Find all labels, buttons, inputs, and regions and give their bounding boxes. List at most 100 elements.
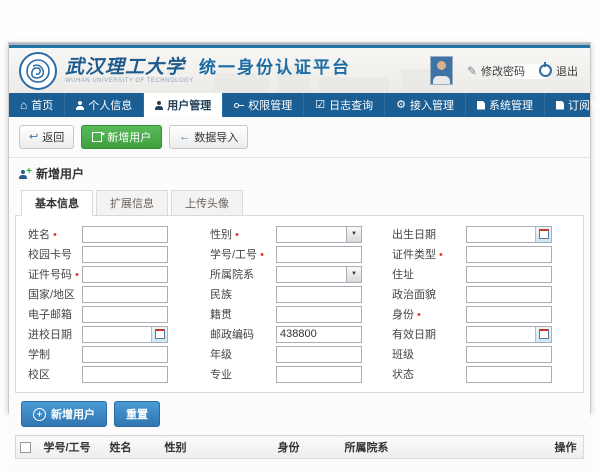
select-all-cell xyxy=(16,436,40,459)
calendar-icon[interactable] xyxy=(535,227,551,242)
ethnicity-input[interactable] xyxy=(276,286,362,303)
native-place-input[interactable] xyxy=(276,306,362,323)
add-user-icon xyxy=(19,169,31,179)
required-marker: • xyxy=(417,309,421,321)
field-label: 电子邮箱 xyxy=(28,306,82,322)
identity-input[interactable] xyxy=(466,306,552,323)
id-type-input[interactable] xyxy=(466,246,552,263)
student-id-input[interactable] xyxy=(276,246,362,263)
pencil-icon: ✎ xyxy=(467,65,477,77)
field-label: 性别• xyxy=(170,226,276,242)
field-label: 籍贯 xyxy=(170,306,276,322)
submit-add-user-button[interactable]: +新增用户 xyxy=(21,401,107,427)
user-icon xyxy=(155,101,163,110)
field-label: 证件类型• xyxy=(364,246,466,262)
nav-tab-system-management[interactable]: 系统管理 xyxy=(466,93,545,117)
required-marker: • xyxy=(235,229,239,241)
toolbar: ↩返回 新增用户 ←数据导入 xyxy=(9,117,590,149)
grade-input[interactable] xyxy=(276,346,362,363)
power-icon xyxy=(539,64,552,77)
nav-tab-permission-management[interactable]: 权限管理 xyxy=(223,93,304,117)
study-length-input[interactable] xyxy=(82,346,168,363)
field-label: 民族 xyxy=(170,286,276,302)
export-page-icon xyxy=(92,132,102,142)
name-input[interactable] xyxy=(82,226,168,243)
nav-tab-user-management[interactable]: 用户管理 xyxy=(144,93,223,117)
key-icon xyxy=(234,101,244,110)
field-label: 校区 xyxy=(28,366,82,382)
divider xyxy=(9,157,590,158)
field-label: 年级 xyxy=(170,346,276,362)
calendar-icon[interactable] xyxy=(535,327,551,342)
id-number-input[interactable] xyxy=(82,266,168,283)
field-label: 政治面貌 xyxy=(364,286,466,302)
form-tabs: 基本信息 扩展信息 上传头像 xyxy=(21,190,590,216)
field-label: 学号/工号• xyxy=(170,246,276,262)
user-icon xyxy=(76,101,84,110)
nav-tab-personal-info[interactable]: 个人信息 xyxy=(65,93,144,117)
field-label: 住址 xyxy=(364,266,466,282)
chevron-down-icon: ▼ xyxy=(346,267,361,282)
address-input[interactable] xyxy=(466,266,552,283)
status-input[interactable] xyxy=(466,366,552,383)
data-import-button[interactable]: ←数据导入 xyxy=(169,125,248,149)
political-status-input[interactable] xyxy=(466,286,552,303)
col-department: 所属院系 xyxy=(341,436,551,459)
home-icon xyxy=(20,99,27,111)
email-input[interactable] xyxy=(82,306,168,323)
field-label: 所属院系 xyxy=(170,266,276,282)
tab-upload-avatar[interactable]: 上传头像 xyxy=(171,190,243,216)
page-icon xyxy=(477,101,485,110)
plus-icon: + xyxy=(33,408,46,421)
field-label: 校园卡号 xyxy=(28,246,82,262)
back-button[interactable]: ↩返回 xyxy=(19,125,74,149)
field-label: 进校日期 xyxy=(28,326,82,342)
required-marker: • xyxy=(260,249,264,261)
app-window: 武汉理工大学 统一身份认证平台 WUHAN UNIVERSITY OF TECH… xyxy=(8,42,591,413)
nav-tab-access-management[interactable]: 接入管理 xyxy=(385,93,466,117)
page-icon xyxy=(556,101,564,110)
change-password-link[interactable]: ✎ 修改密码 xyxy=(467,63,525,79)
nav-tab-home[interactable]: 首页 xyxy=(9,93,65,117)
field-label: 姓名• xyxy=(28,226,82,242)
section-title: 新增用户 xyxy=(36,165,84,182)
field-label: 出生日期 xyxy=(364,226,466,242)
campus-input[interactable] xyxy=(82,366,168,383)
table-header-row: 学号/工号 姓名 性别 身份 所属院系 操作 xyxy=(16,436,584,459)
reset-button[interactable]: 重置 xyxy=(114,401,160,427)
chevron-down-icon: ▼ xyxy=(346,227,361,242)
country-input[interactable] xyxy=(82,286,168,303)
tab-basic-info[interactable]: 基本信息 xyxy=(21,190,93,216)
banner-titles: 武汉理工大学 统一身份认证平台 WUHAN UNIVERSITY OF TECH… xyxy=(65,58,351,84)
required-marker: • xyxy=(75,269,79,281)
major-input[interactable] xyxy=(276,366,362,383)
empty-row xyxy=(16,459,584,472)
field-label: 身份• xyxy=(364,306,466,322)
log-icon xyxy=(315,100,325,111)
col-identity: 身份 xyxy=(274,436,341,459)
postal-code-input[interactable] xyxy=(276,326,362,343)
calendar-icon[interactable] xyxy=(151,327,167,342)
gender-select[interactable]: ▼ xyxy=(276,226,362,243)
tab-extended-info[interactable]: 扩展信息 xyxy=(96,190,168,216)
logout-link[interactable]: 退出 xyxy=(539,63,578,79)
nav-tab-subscription-management[interactable]: 订阅管理 xyxy=(545,93,600,117)
class-input[interactable] xyxy=(466,346,552,363)
user-table: 学号/工号 姓名 性别 身份 所属院系 操作 xyxy=(15,435,584,472)
col-name: 姓名 xyxy=(106,436,161,459)
add-user-toolbar-button[interactable]: 新增用户 xyxy=(81,125,162,149)
back-arrow-icon: ↩ xyxy=(29,132,38,143)
col-gender: 性别 xyxy=(161,436,274,459)
campus-card-input[interactable] xyxy=(82,246,168,263)
required-marker: • xyxy=(439,249,443,261)
field-label: 证件号码• xyxy=(28,266,82,282)
university-name: 武汉理工大学 xyxy=(65,58,185,77)
field-label: 有效日期 xyxy=(364,326,466,342)
user-avatar[interactable] xyxy=(430,56,453,85)
department-select[interactable]: ▼ xyxy=(276,266,362,283)
gear-icon xyxy=(396,100,406,111)
university-name-en: WUHAN UNIVERSITY OF TECHNOLOGY xyxy=(65,78,351,84)
nav-tab-log-query[interactable]: 日志查询 xyxy=(304,93,385,117)
section-header: 新增用户 xyxy=(19,165,590,182)
select-all-checkbox[interactable] xyxy=(20,442,31,453)
